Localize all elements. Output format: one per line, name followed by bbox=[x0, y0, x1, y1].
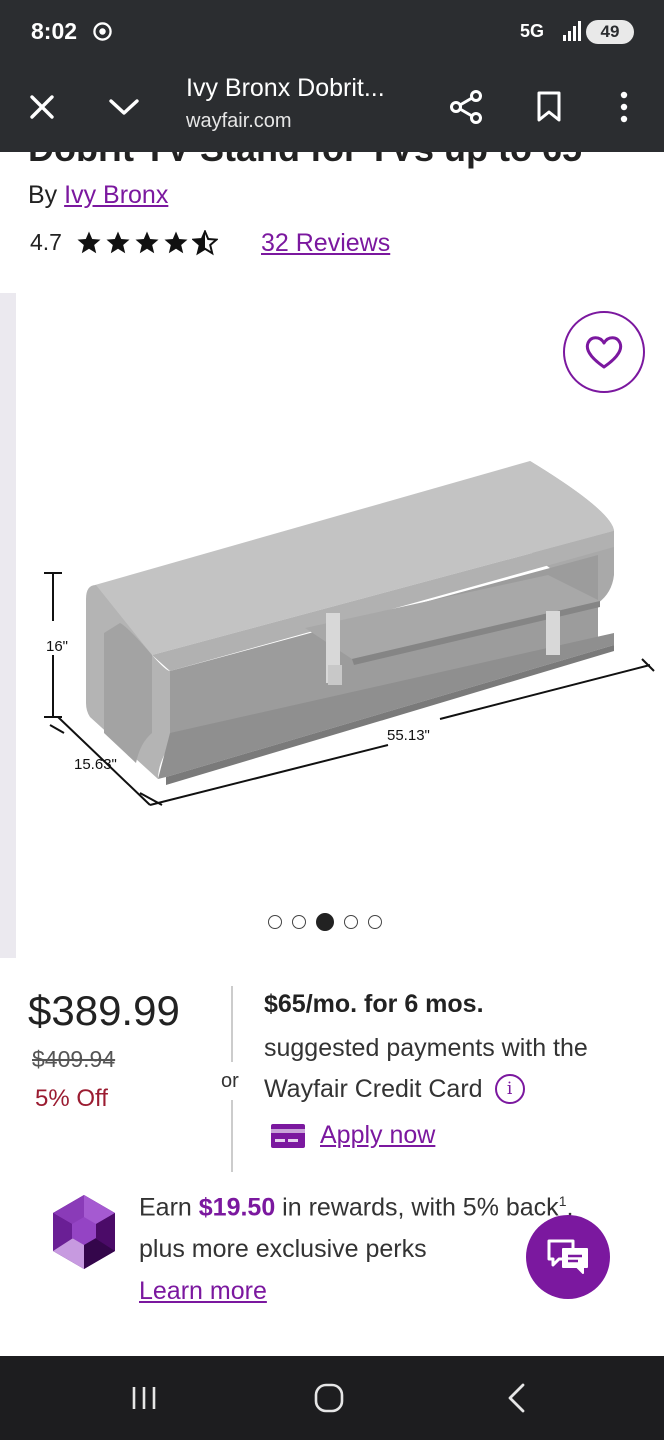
height-dimension: 16" bbox=[46, 638, 68, 655]
rating-row: 4.7 bbox=[30, 229, 218, 256]
carousel-dot[interactable] bbox=[316, 913, 334, 931]
rewards-gem-icon bbox=[53, 1195, 115, 1269]
more-vertical-icon bbox=[620, 91, 628, 123]
carousel-dot[interactable] bbox=[344, 915, 358, 929]
carousel-dot[interactable] bbox=[268, 915, 282, 929]
bookmark-button[interactable] bbox=[524, 82, 574, 132]
recent-apps-icon bbox=[132, 1387, 156, 1409]
close-button[interactable] bbox=[17, 82, 67, 132]
star-rating bbox=[76, 229, 218, 256]
credit-card-name: Wayfair Credit Card bbox=[264, 1074, 483, 1103]
monthly-payment: $65/mo. for 6 mos. bbox=[264, 990, 484, 1018]
carousel-dot[interactable] bbox=[368, 915, 382, 929]
credit-card-icon bbox=[271, 1123, 305, 1148]
more-options-button[interactable] bbox=[599, 82, 649, 132]
share-icon bbox=[450, 90, 482, 124]
reviews-link[interactable]: 32 Reviews bbox=[261, 229, 390, 258]
width-dimension: 55.13" bbox=[387, 727, 430, 744]
discount-label: 5% Off bbox=[35, 1085, 108, 1112]
home-icon bbox=[314, 1383, 344, 1413]
system-nav-bar bbox=[0, 1356, 664, 1440]
star-partial-icon bbox=[191, 229, 218, 255]
brand-byline: By Ivy Bronx bbox=[28, 181, 168, 210]
share-button[interactable] bbox=[441, 82, 491, 132]
signal-icon bbox=[563, 21, 581, 41]
star-full-icon bbox=[77, 231, 101, 253]
or-label: or bbox=[221, 1070, 239, 1092]
collapse-button[interactable] bbox=[99, 82, 149, 132]
status-time: 8:02 bbox=[31, 18, 78, 44]
original-price: $409.94 bbox=[32, 1046, 116, 1072]
apply-row: Apply now bbox=[270, 1121, 435, 1150]
carousel-dot[interactable] bbox=[292, 915, 306, 929]
heart-icon bbox=[585, 336, 623, 369]
suggested-payments-text: suggested payments with the bbox=[264, 1034, 588, 1062]
credit-card-line: Wayfair Credit Card i bbox=[264, 1074, 525, 1104]
bookmark-icon bbox=[537, 91, 561, 122]
sale-price: $389.99 bbox=[28, 987, 180, 1034]
home-button[interactable] bbox=[309, 1378, 349, 1418]
by-prefix: By bbox=[28, 181, 65, 209]
product-image-gallery[interactable]: 16" 15.63" 55.13" bbox=[0, 293, 664, 958]
divider-top bbox=[231, 986, 233, 1062]
brand-link[interactable]: Ivy Bronx bbox=[64, 181, 168, 209]
rating-value: 4.7 bbox=[30, 229, 62, 255]
status-bar: 8:02 5G 49 bbox=[0, 0, 664, 64]
rewards-earn-prefix: Earn bbox=[139, 1193, 199, 1222]
recent-apps-button[interactable] bbox=[124, 1378, 164, 1418]
rewards-earn-suffix: in rewards, with 5% back bbox=[275, 1193, 559, 1222]
page-title[interactable]: Ivy Bronx Dobrit... bbox=[186, 74, 385, 103]
chrome-icon bbox=[93, 22, 112, 41]
chevron-down-icon bbox=[109, 99, 139, 115]
network-type: 5G bbox=[520, 21, 545, 41]
star-full-icon bbox=[164, 231, 188, 253]
rewards-amount: $19.50 bbox=[198, 1193, 276, 1222]
browser-toolbar: Ivy Bronx Dobrit... wayfair.com bbox=[0, 64, 664, 152]
star-full-icon bbox=[106, 231, 130, 253]
rewards-line2: plus more exclusive perks bbox=[139, 1235, 427, 1264]
product-image: 16" 15.63" 55.13" bbox=[44, 461, 655, 806]
divider-bottom bbox=[231, 1100, 233, 1172]
back-button[interactable] bbox=[496, 1378, 536, 1418]
depth-dimension: 15.63" bbox=[74, 756, 117, 773]
battery-indicator: 49 bbox=[586, 20, 634, 44]
apply-now-link[interactable]: Apply now bbox=[320, 1121, 435, 1150]
close-icon bbox=[30, 95, 54, 119]
rewards-footnote: 1 bbox=[558, 1193, 567, 1209]
chat-button[interactable] bbox=[526, 1215, 610, 1299]
favorite-button[interactable] bbox=[563, 311, 645, 393]
info-icon[interactable]: i bbox=[494, 1074, 525, 1104]
carousel-dots[interactable] bbox=[268, 913, 382, 931]
chat-icon bbox=[547, 1239, 588, 1274]
page-url[interactable]: wayfair.com bbox=[186, 110, 292, 133]
back-icon bbox=[508, 1383, 525, 1413]
star-full-icon bbox=[135, 231, 159, 253]
learn-more-link[interactable]: Learn more bbox=[139, 1277, 267, 1305]
